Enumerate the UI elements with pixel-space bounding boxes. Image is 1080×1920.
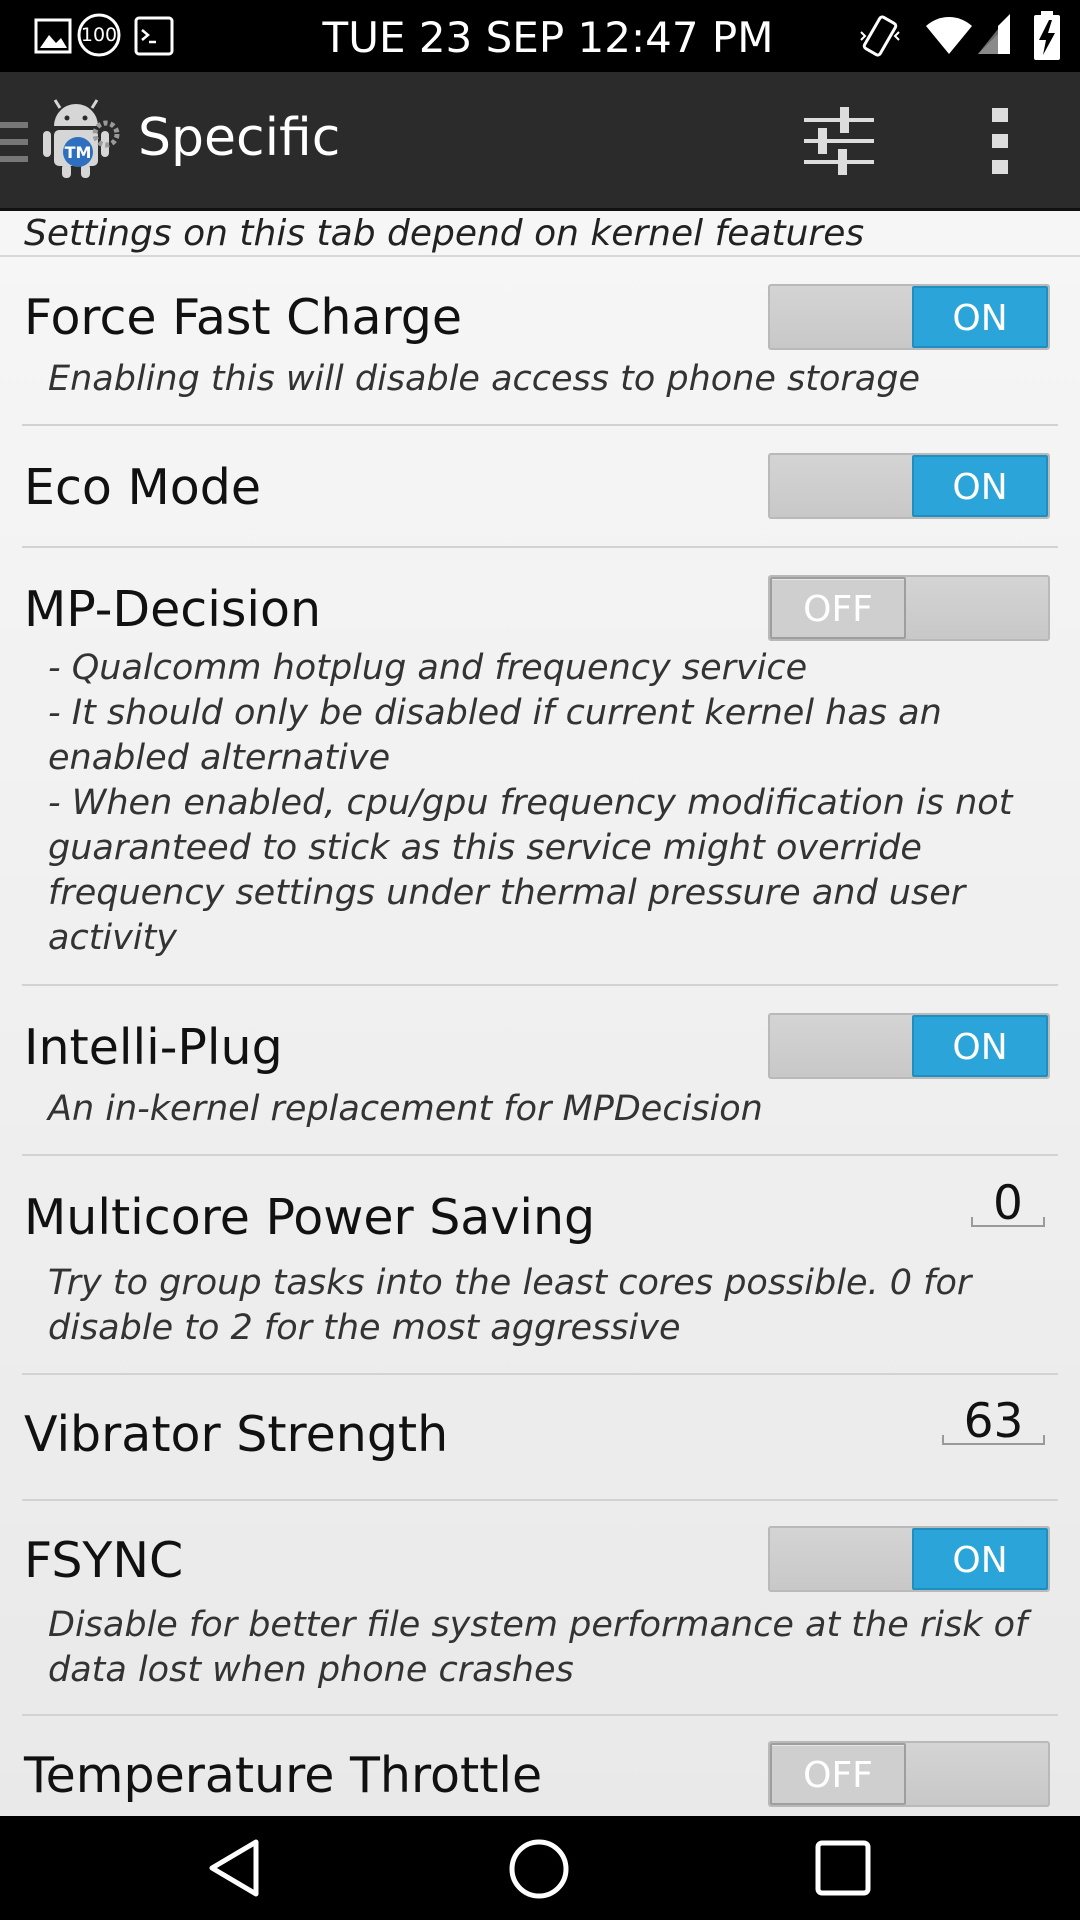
signal-icon [978,14,1010,54]
multicore-power-saving-value[interactable]: 0 [971,1180,1045,1227]
divider [22,1154,1058,1156]
eco-mode-toggle[interactable]: ON [768,453,1050,519]
app-logo[interactable]: TM [40,96,124,182]
divider [22,984,1058,986]
description-line: - It should only be disabled if current … [48,693,942,733]
description-line: activity [48,918,178,958]
setting-title: MP-Decision [24,581,322,638]
divider [22,1714,1058,1716]
setting-description: - Qualcomm hotplug and frequency service… [48,646,1028,961]
toggle-state: ON [912,286,1048,348]
overflow-menu-icon[interactable] [986,106,1014,176]
divider [22,424,1058,426]
toggle-state: ON [912,1528,1048,1590]
vibrate-icon [860,15,900,57]
setting-title: Eco Mode [24,459,261,516]
divider [0,255,1080,257]
description-line: guaranteed to stick as this service migh… [48,828,922,868]
home-icon[interactable] [508,1838,570,1900]
description-line: Try to group tasks into the least cores … [48,1263,972,1303]
vibrator-strength-value[interactable]: 63 [942,1398,1045,1445]
svg-text:TM: TM [65,143,92,162]
temperature-throttle-toggle[interactable]: OFF [768,1741,1050,1807]
divider [22,546,1058,548]
drawer-icon[interactable] [0,120,30,164]
description-line: - When enabled, cpu/gpu frequency modifi… [48,783,1013,823]
tab-note: Settings on this tab depend on kernel fe… [24,213,865,254]
setting-title: Vibrator Strength [24,1406,449,1463]
description-line: data lost when phone crashes [48,1650,574,1690]
description-line: - Qualcomm hotplug and frequency service [48,648,808,688]
toggle-state: OFF [770,1743,906,1805]
setting-title: Force Fast Charge [24,289,463,346]
force-fast-charge-toggle[interactable]: ON [768,284,1050,350]
settings-list[interactable]: Settings on this tab depend on kernel fe… [0,211,1080,1816]
setting-title: Temperature Throttle [24,1747,543,1804]
setting-description: Try to group tasks into the least cores … [48,1261,1028,1351]
toggle-state: OFF [770,577,906,639]
description-line: Disable for better file system performan… [48,1605,1028,1645]
setting-title: Intelli-Plug [24,1019,283,1076]
intelli-plug-toggle[interactable]: ON [768,1013,1050,1079]
toggle-state: ON [912,455,1048,517]
setting-description: Enabling this will disable access to pho… [48,359,921,399]
description-line: disable to 2 for the most aggressive [48,1308,681,1348]
wifi-icon [926,17,972,54]
tune-sliders-icon[interactable] [802,104,876,178]
divider [22,1373,1058,1375]
toggle-state: ON [912,1015,1048,1077]
description-line: enabled alternative [48,738,391,778]
clock: TUE 23 SEP 12:47 PM [322,13,774,62]
mp-decision-toggle[interactable]: OFF [768,575,1050,641]
navigation-bar [0,1816,1080,1920]
setting-title: FSYNC [24,1532,184,1589]
battery-charging-icon [1034,11,1060,60]
back-icon[interactable] [206,1838,262,1898]
fsync-toggle[interactable]: ON [768,1526,1050,1592]
setting-description: Disable for better file system performan… [48,1603,1028,1693]
action-bar: TM Specific [0,72,1080,211]
status-bar: 100 TUE 23 SEP 12:47 PM [0,0,1080,72]
description-line: frequency settings under thermal pressur… [48,873,966,913]
recents-icon[interactable] [815,1840,871,1896]
setting-title: Multicore Power Saving [24,1189,596,1246]
divider [22,1499,1058,1501]
setting-description: An in-kernel replacement for MPDecision [48,1089,763,1129]
page-title: Specific [138,108,341,168]
